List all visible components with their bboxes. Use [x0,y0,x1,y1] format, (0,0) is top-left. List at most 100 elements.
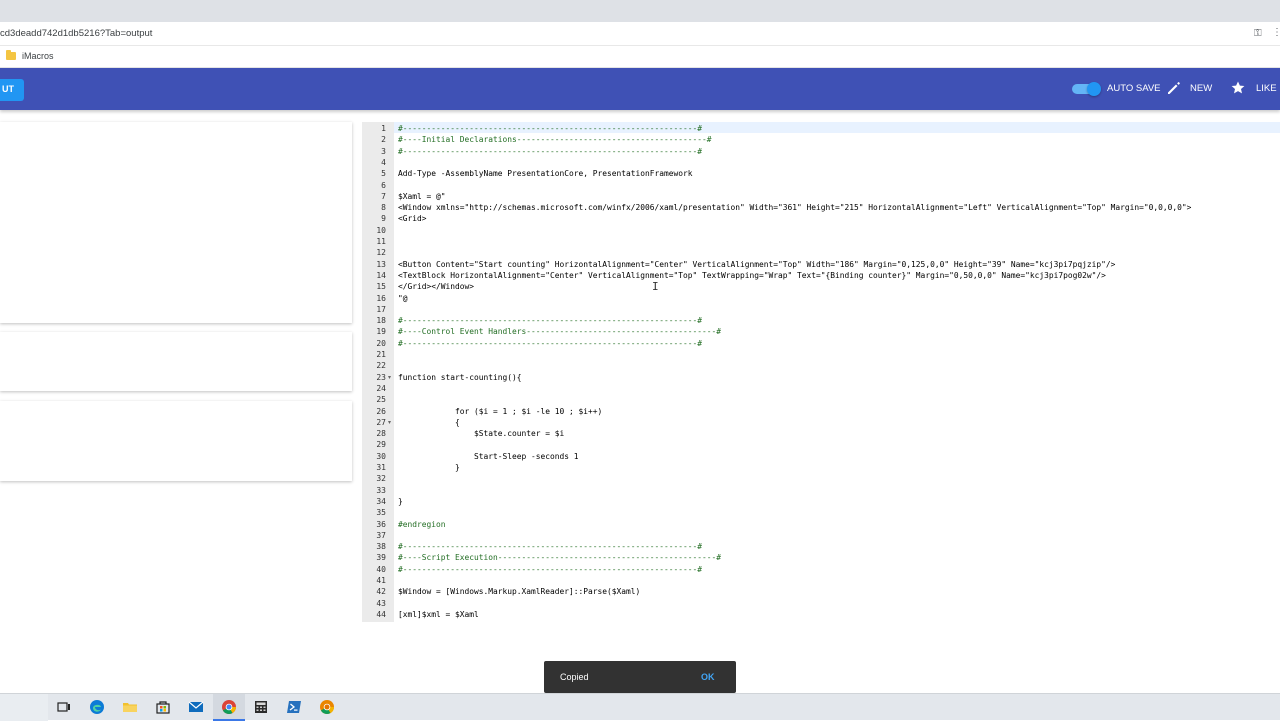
line-number: 27 [376,417,386,427]
snackbar-ok-button[interactable]: OK [701,672,715,682]
key-icon[interactable]: ⚿ [1254,28,1262,39]
line-number: 23 [376,372,386,382]
code-line[interactable]: $Xaml = @" [398,191,446,202]
code-line[interactable]: $Window = [Windows.Markup.XamlReader]::P… [398,586,640,597]
line-number: 40 [376,564,386,574]
run-button[interactable]: UT [0,79,24,101]
toggle-knob [1087,82,1101,96]
code-line[interactable]: <Grid> [398,213,427,224]
line-number: 21 [376,350,386,359]
taskbar-search-area[interactable] [0,694,48,721]
code-line[interactable]: #endregion [398,519,446,530]
line-number: 20 [376,338,386,348]
code-line[interactable]: #---------------------------------------… [398,541,702,552]
calculator-icon[interactable] [253,699,269,715]
fold-arrow-icon[interactable]: ▾ [388,374,391,381]
code-line[interactable]: } [398,496,403,507]
line-number: 37 [376,530,386,540]
snackbar-message: Copied [560,672,589,682]
line-number: 30 [376,451,386,461]
code-line[interactable]: #----Script Execution-------------------… [398,552,721,563]
snackbar: Copied OK [544,661,736,693]
line-number: 16 [376,293,386,303]
chrome-icon[interactable] [221,699,237,715]
code-line[interactable]: #---------------------------------------… [398,146,702,157]
line-number: 24 [376,383,386,393]
code-line[interactable]: } [398,462,460,473]
line-number: 34 [376,496,386,506]
line-number: 10 [376,225,386,235]
line-number: 11 [376,237,386,246]
line-number: 33 [376,485,386,495]
task-view-icon[interactable] [56,699,72,715]
mail-icon[interactable] [188,699,204,715]
left-panel-bottom [0,401,352,481]
address-url[interactable]: cd3deadd742d1db5216?Tab=output [0,28,152,39]
code-line[interactable]: #---------------------------------------… [398,315,702,326]
line-number: 22 [376,361,386,371]
bookmarks-bar: iMacros [0,46,1280,68]
edge-icon[interactable] [89,699,105,715]
line-number: 9 [381,214,386,224]
line-number: 38 [376,542,386,552]
fold-arrow-icon[interactable]: ▾ [388,419,391,426]
line-number: 25 [376,395,386,405]
line-number: 5 [381,169,386,179]
code-line[interactable]: for ($i = 1 ; $i -le 10 ; $i++) [398,406,602,417]
code-line[interactable]: #----Control Event Handlers-------------… [398,326,721,337]
autosave-toggle[interactable] [1072,82,1102,96]
folder-icon[interactable] [6,50,16,60]
code-line[interactable]: $State.counter = $i [398,428,564,439]
code-line[interactable]: #---------------------------------------… [398,123,702,134]
line-number: 14 [376,270,386,280]
left-panel-middle [0,332,352,391]
line-number: 41 [376,576,386,585]
like-button[interactable]: LIKE [1256,83,1277,94]
line-number: 8 [381,203,386,213]
line-number: 7 [381,191,386,201]
line-number: 31 [376,463,386,472]
text-cursor-icon: I [652,280,659,293]
line-number: 2 [381,135,386,145]
line-number: 18 [376,316,386,326]
line-number: 44 [376,609,386,619]
code-line[interactable]: <Button Content="Start counting" Horizon… [398,259,1115,270]
bookmark-imacros[interactable]: iMacros [22,51,54,61]
code-line[interactable]: <TextBlock HorizontalAlignment="Center" … [398,270,1106,281]
code-line[interactable]: Add-Type -AssemblyName PresentationCore,… [398,168,693,179]
address-bar[interactable]: cd3deadd742d1db5216?Tab=output ⚿ ⋮ [0,22,1280,46]
code-line[interactable]: function start-counting(){ [398,372,522,383]
code-line[interactable]: [xml]$xml = $Xaml [398,609,479,620]
new-button[interactable]: NEW [1190,83,1212,94]
code-editor[interactable]: 1 2 3 4 5 6 7 8 9 10 11 12 13 14 15 16 17 18 19 20 21 22 23 ▾ 24… [362,122,1280,622]
code-line[interactable]: #----Initial Declarations---------------… [398,134,712,145]
line-number: 29 [376,440,386,450]
file-explorer-icon[interactable] [122,699,138,715]
line-number: 42 [376,587,386,597]
left-panel-top [0,122,352,323]
line-number: 3 [381,146,386,156]
code-line[interactable]: #---------------------------------------… [398,338,702,349]
star-icon[interactable] [1230,80,1246,96]
powershell-icon[interactable] [286,699,302,715]
code-line[interactable]: <Window xmlns="http://schemas.microsoft.… [398,202,1191,213]
code-line[interactable]: { [398,417,460,428]
line-number-gutter: 1 2 3 4 5 6 7 8 9 10 11 12 13 14 15 16 17 18 19 20 21 22 23 ▾ 24… [362,122,394,622]
line-number: 35 [376,508,386,518]
code-line[interactable]: #---------------------------------------… [398,564,702,575]
line-number: 6 [381,180,386,190]
chrome-alt-icon[interactable] [319,699,335,715]
code-line[interactable]: "@ [398,293,408,304]
autosave-label: AUTO SAVE [1107,83,1161,94]
store-icon[interactable] [155,699,171,715]
line-number: 15 [376,282,386,292]
line-number: 19 [376,327,386,337]
line-number: 26 [376,406,386,416]
code-line[interactable]: </Grid></Window> [398,281,474,292]
more-icon[interactable]: ⋮ [1272,27,1280,38]
line-number: 12 [376,248,386,258]
pencil-icon[interactable] [1166,80,1182,96]
line-number: 32 [376,474,386,484]
code-line[interactable]: Start-Sleep -seconds 1 [398,451,579,462]
app-header: UT AUTO SAVE NEW LIKE [0,68,1280,110]
